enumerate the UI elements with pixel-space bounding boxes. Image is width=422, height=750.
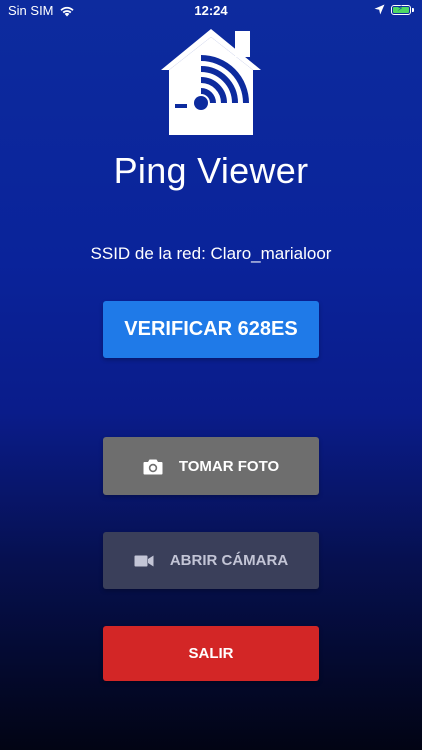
verify-button[interactable]: VERIFICAR 628ES [103,301,319,358]
battery-cap [412,7,414,12]
app-title: Ping Viewer [113,150,309,191]
battery-icon: ⚡ [391,2,411,15]
camera-icon [143,458,163,475]
take-photo-label: TOMAR FOTO [178,457,280,475]
status-right: ⚡ [374,2,414,15]
verify-button-label: VERIFICAR 628ES [124,318,298,340]
home-wifi-icon [161,29,261,135]
exit-button[interactable]: SALIR [103,626,319,681]
open-camera-button[interactable]: ABRIR CÁMARA [103,532,319,589]
video-camera-icon [134,554,154,568]
take-photo-button[interactable]: TOMAR FOTO [103,437,319,495]
exit-button-label: SALIR [188,645,234,662]
status-time: 12:24 [194,3,228,18]
open-camera-label: ABRIR CÁMARA [169,552,289,569]
ssid-label: SSID de la red: Claro_marialoor [90,244,332,263]
location-arrow-icon [374,4,385,15]
charging-bolt-icon: ⚡ [397,2,404,13]
status-bar: Sin SIM 12:24 ⚡ [0,0,422,22]
